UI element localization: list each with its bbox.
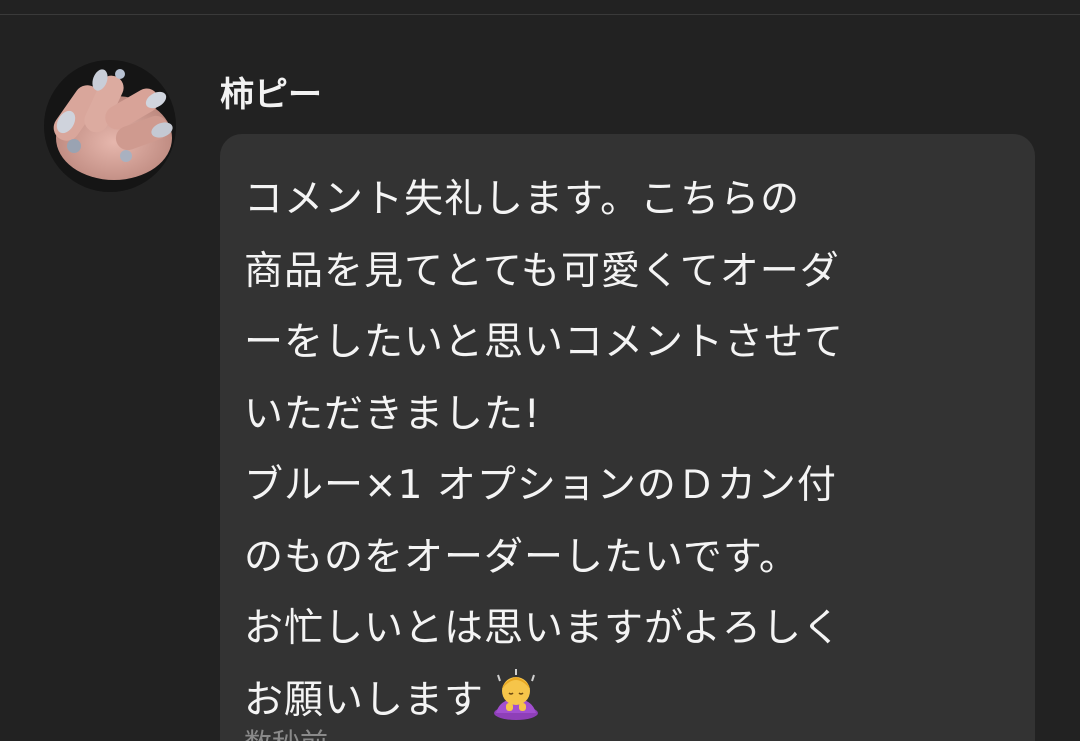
avatar-nail-photo-icon	[44, 60, 176, 192]
author-name[interactable]: 柿ピー	[220, 70, 322, 120]
comment-screen: 柿ピー コメント失礼します。こちらの 商品を見てとても可愛くてオーダ ーをしたい…	[0, 0, 1080, 741]
avatar[interactable]	[44, 60, 176, 192]
top-divider	[0, 14, 1080, 15]
comment-bubble: コメント失礼します。こちらの 商品を見てとても可愛くてオーダ ーをしたいと思いコ…	[220, 134, 1035, 741]
comment-message-text: コメント失礼します。こちらの 商品を見てとても可愛くてオーダ ーをしたいと思いコ…	[244, 177, 845, 723]
comment-timestamp: 数秒前	[244, 724, 328, 741]
comment-message: コメント失礼します。こちらの 商品を見てとても可愛くてオーダ ーをしたいと思いコ…	[244, 164, 1024, 741]
person-bowing-emoji-icon	[490, 668, 542, 741]
